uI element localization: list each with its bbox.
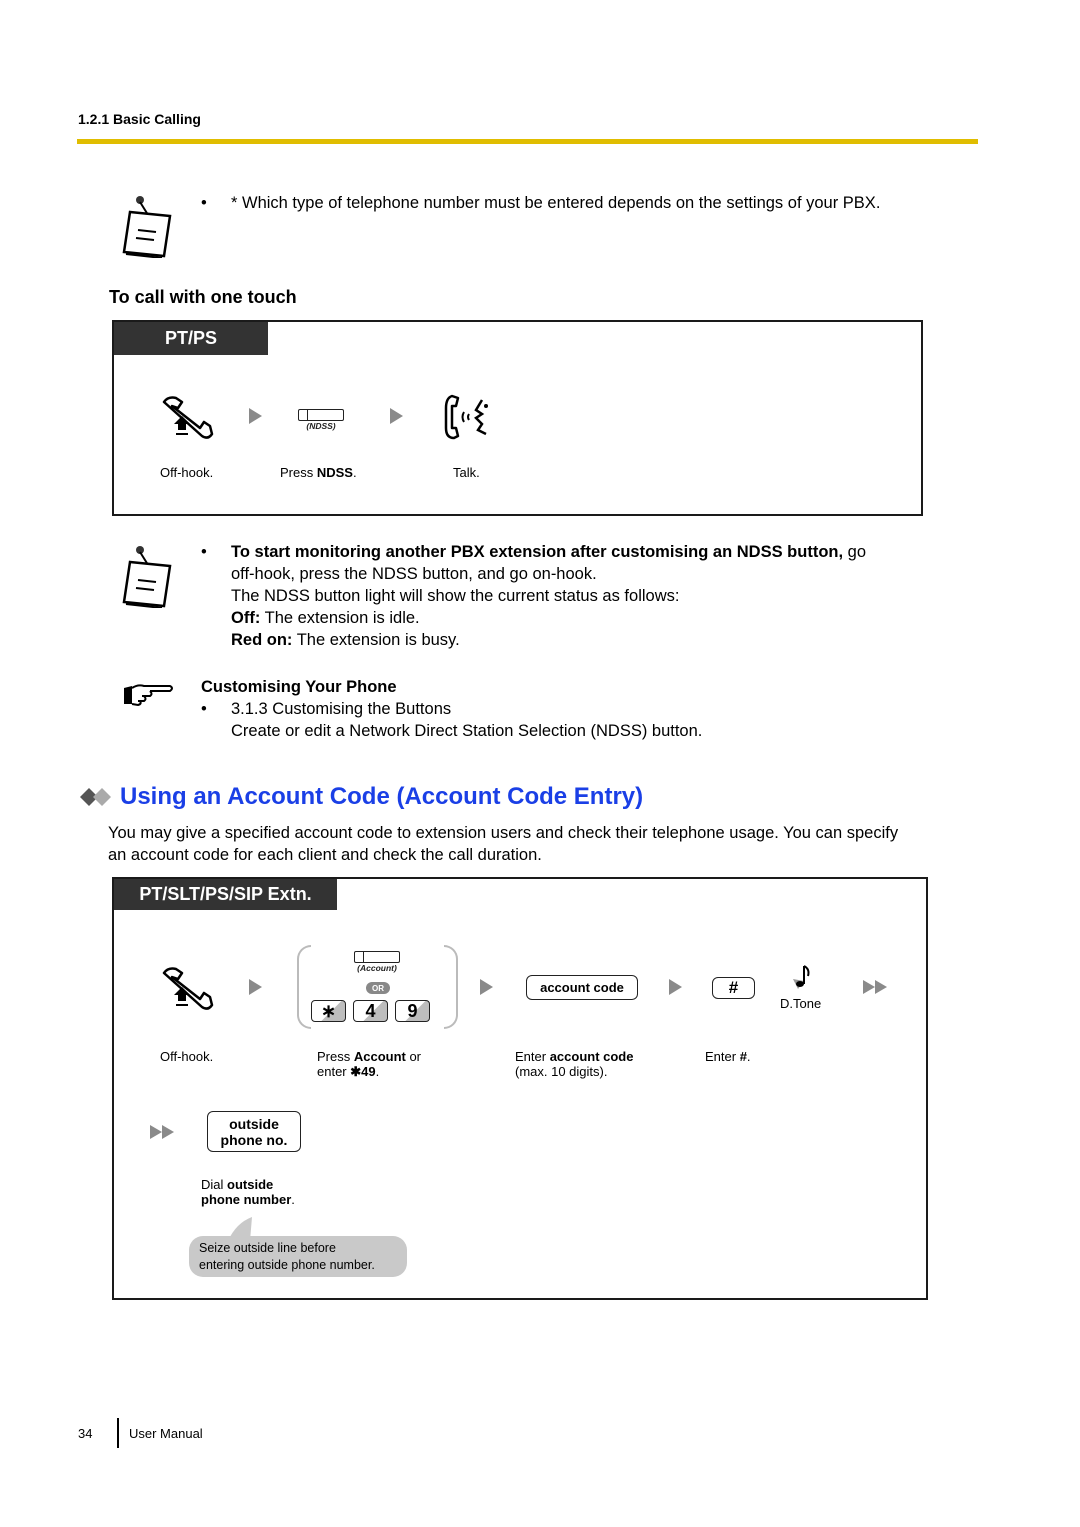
arrow-icon <box>390 408 403 424</box>
dial-tone-label: D.Tone <box>780 996 822 1011</box>
account-code-heading: Using an Account Code (Account Code Entr… <box>120 783 644 810</box>
note-icon <box>118 194 174 259</box>
intro-line-1: You may give a specified account code to… <box>108 824 899 842</box>
caption-enter-account-code: Enter account code (max. 10 digits). <box>515 1049 634 1079</box>
account-code-intro: You may give a specified account code to… <box>108 822 988 866</box>
bullet: • <box>201 194 207 212</box>
feature-code-keys: ∗ 4 9 <box>311 1000 430 1022</box>
footer-divider <box>117 1418 119 1448</box>
paren-left <box>297 945 311 1029</box>
reference-link[interactable]: 3.1.3 Customising the Buttons <box>231 698 981 720</box>
ndss-key[interactable]: (NDSS) <box>296 409 346 431</box>
arrow-icon <box>669 979 682 995</box>
tip-bubble: Seize outside line before entering outsi… <box>189 1236 407 1277</box>
reference-title: Customising Your Phone <box>201 678 397 696</box>
caption-offhook: Off-hook. <box>160 465 214 480</box>
caption-offhook: Off-hook. <box>160 1049 214 1064</box>
box-tab: PT/SLT/PS/SIP Extn. <box>114 879 337 910</box>
page-number: 34 <box>78 1426 93 1441</box>
account-code-box: PT/SLT/PS/SIP Extn. (Account) OR ∗ 4 9 a… <box>112 877 928 1300</box>
off-hook-icon <box>160 965 216 1016</box>
one-touch-title: To call with one touch <box>109 287 297 307</box>
reference: Customising Your Phone • 3.1.3 Customisi… <box>201 676 981 742</box>
reference-desc: Create or edit a Network Direct Station … <box>231 722 703 740</box>
note-icon <box>118 544 174 609</box>
or-badge: OR <box>366 982 390 994</box>
talk-icon <box>442 392 494 447</box>
note-1-text: * Which type of telephone number must be… <box>231 194 881 212</box>
intro-line-2: an account code for each client and chec… <box>108 846 542 864</box>
box-tab: PT/PS <box>114 322 268 355</box>
arrow-icon <box>249 408 262 424</box>
account-key[interactable]: (Account) <box>352 951 402 973</box>
status-off: Off: The extension is idle. <box>231 609 420 627</box>
pointing-hand-icon <box>120 680 176 713</box>
star-key[interactable]: ∗ <box>311 1000 346 1022</box>
bullet: • <box>201 700 207 718</box>
ndss-key-icon <box>298 409 344 421</box>
caption-dial-outside: Dial outside phone number. <box>201 1177 295 1207</box>
key-4[interactable]: 4 <box>353 1000 388 1022</box>
paren-right <box>444 945 458 1029</box>
status-red-on: Red on: The extension is busy. <box>231 631 460 649</box>
outside-phone-button[interactable]: outside phone no. <box>207 1111 301 1152</box>
note-1: • * Which type of telephone number must … <box>201 192 981 214</box>
caption-press-ndss: Press NDSS. <box>280 465 357 480</box>
ndss-key-label: (NDSS) <box>306 421 336 431</box>
caption-talk: Talk. <box>453 465 480 480</box>
account-code-button[interactable]: account code <box>526 975 638 1000</box>
double-arrow-icon <box>863 980 887 994</box>
caption-enter-hash: Enter #. <box>705 1049 751 1064</box>
note-2-line-2: off-hook, press the NDSS button, and go … <box>231 565 597 583</box>
hash-key[interactable]: # <box>712 977 755 999</box>
footer-label: User Manual <box>129 1426 203 1441</box>
one-touch-box: PT/PS (NDSS) Off-hook. Press NDSS. Talk. <box>112 320 923 516</box>
note-2-line-1: To start monitoring another PBX extensio… <box>231 543 867 561</box>
bullet: • <box>201 543 207 561</box>
account-key-icon <box>354 951 400 963</box>
header-rule <box>77 139 978 144</box>
note-2: • To start monitoring another PBX extens… <box>201 541 981 651</box>
note-2-line-3: The NDSS button light will show the curr… <box>231 587 680 605</box>
account-key-label: (Account) <box>357 963 397 973</box>
dial-tone-icon <box>790 963 812 998</box>
arrow-icon <box>480 979 493 995</box>
key-9[interactable]: 9 <box>395 1000 430 1022</box>
caption-press-account: Press Account or enter ✱49. <box>317 1049 422 1079</box>
diamonds-icon <box>79 787 119 812</box>
double-arrow-icon <box>150 1125 174 1139</box>
off-hook-icon <box>160 394 216 445</box>
arrow-icon <box>249 979 262 995</box>
section-header: 1.2.1 Basic Calling <box>78 111 201 127</box>
